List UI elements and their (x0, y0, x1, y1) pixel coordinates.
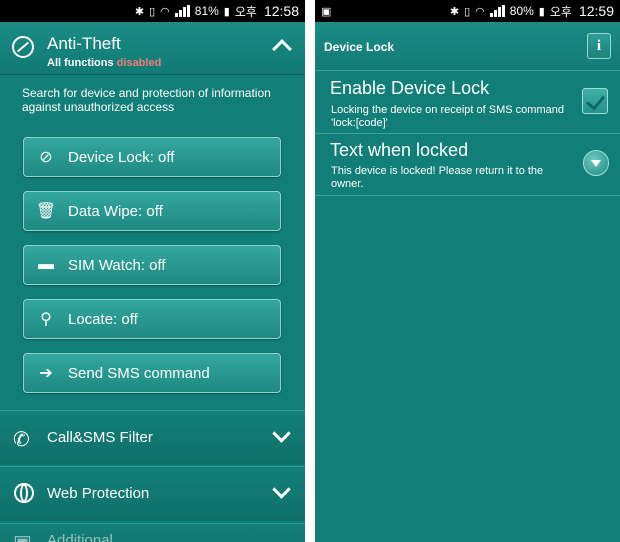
sim-watch-label: SIM Watch: off (68, 256, 166, 274)
enable-device-lock-checkbox[interactable] (582, 88, 608, 114)
battery-percent: 80% (509, 4, 534, 18)
anti-theft-screen: ✱ ▯ ◠ 81% ▮ 오후 12:58 Anti-Theft All func… (0, 0, 305, 542)
status-bar: ▣ ✱ ▯ ◠ 80% ▮ 오후 12:59 (315, 0, 620, 22)
device-lock-header: Device Lock i (315, 22, 620, 71)
bluetooth-icon: ✱ (134, 5, 145, 18)
vibrate-icon: ▯ (149, 5, 156, 18)
chevron-down-icon[interactable] (272, 424, 291, 443)
chevron-down-icon[interactable] (272, 480, 291, 499)
status-prefix: All functions (47, 57, 114, 69)
bluetooth-icon: ✱ (449, 5, 460, 18)
clock-time: 12:58 (263, 3, 299, 19)
web-protection-label: Web Protection (47, 485, 150, 502)
anti-theft-title: Anti-Theft (47, 34, 121, 53)
clock-time: 12:59 (578, 3, 614, 19)
device-lock-screen: ▣ ✱ ▯ ◠ 80% ▮ 오후 12:59 Device Lock i Ena… (315, 0, 620, 542)
status-bar: ✱ ▯ ◠ 81% ▮ 오후 12:58 (0, 0, 305, 22)
enable-device-lock-setting[interactable]: Enable Device Lock Locking the device on… (315, 70, 620, 134)
enable-device-lock-title: Enable Device Lock (330, 78, 490, 98)
locate-label: Locate: off (68, 310, 138, 328)
text-when-locked-description: This device is locked! Please return it … (331, 165, 544, 190)
image-notification-icon: ▣ (321, 5, 332, 18)
anti-theft-status: All functions disabled (47, 57, 161, 69)
device-lock-label: Device Lock: off (68, 148, 175, 166)
signal-icon (174, 5, 190, 17)
battery-percent: 81% (194, 4, 219, 18)
arrow-right-icon: ➔ (39, 365, 53, 382)
block-icon: ⊘ (39, 149, 53, 166)
web-protection-section[interactable]: Web Protection (0, 466, 305, 521)
additional-label: Additional (47, 532, 113, 542)
status-disabled-label: disabled (116, 57, 162, 69)
sim-card-icon: ▬ (38, 256, 54, 273)
wifi-icon: ◠ (475, 5, 485, 18)
text-when-locked-setting[interactable]: Text when locked This device is locked! … (315, 134, 620, 196)
wifi-icon: ◠ (160, 5, 170, 18)
phone-icon: ✆ (13, 429, 30, 451)
text-when-locked-title: Text when locked (330, 140, 469, 160)
device-lock-button[interactable]: ⊘ Device Lock: off (23, 137, 281, 177)
info-button[interactable]: i (587, 33, 611, 59)
clock-ampm: 오후 (234, 4, 257, 19)
data-wipe-label: Data Wipe: off (68, 202, 163, 220)
page-title: Device Lock (324, 40, 395, 54)
sim-watch-button[interactable]: ▬ SIM Watch: off (23, 245, 281, 285)
chevron-up-icon[interactable] (272, 39, 292, 59)
send-sms-command-button[interactable]: ➔ Send SMS command (23, 353, 281, 393)
battery-icon: ▮ (538, 5, 545, 18)
locate-button[interactable]: ⚲ Locate: off (23, 299, 281, 339)
anti-theft-description: Search for device and protection of info… (22, 86, 271, 114)
briefcase-icon: ▣ (13, 530, 32, 542)
trash-icon: 🗑 (35, 203, 57, 220)
globe-icon (14, 483, 34, 503)
call-sms-filter-section[interactable]: ✆ Call&SMS Filter (0, 410, 305, 465)
vibrate-icon: ▯ (464, 5, 471, 18)
anti-theft-header[interactable]: Anti-Theft All functions disabled (0, 22, 305, 75)
signal-icon (489, 5, 505, 17)
call-sms-filter-label: Call&SMS Filter (47, 429, 153, 446)
data-wipe-button[interactable]: 🗑 Data Wipe: off (23, 191, 281, 231)
clock-ampm: 오후 (549, 4, 572, 19)
send-sms-command-label: Send SMS command (68, 364, 210, 382)
anti-theft-icon (12, 36, 34, 58)
dropdown-arrow-icon[interactable] (583, 150, 609, 176)
enable-device-lock-description: Locking the device on receipt of SMS com… (331, 104, 564, 129)
additional-section[interactable]: ▣ Additional (0, 523, 305, 542)
battery-icon: ▮ (223, 5, 230, 18)
satellite-icon: ⚲ (40, 311, 52, 328)
